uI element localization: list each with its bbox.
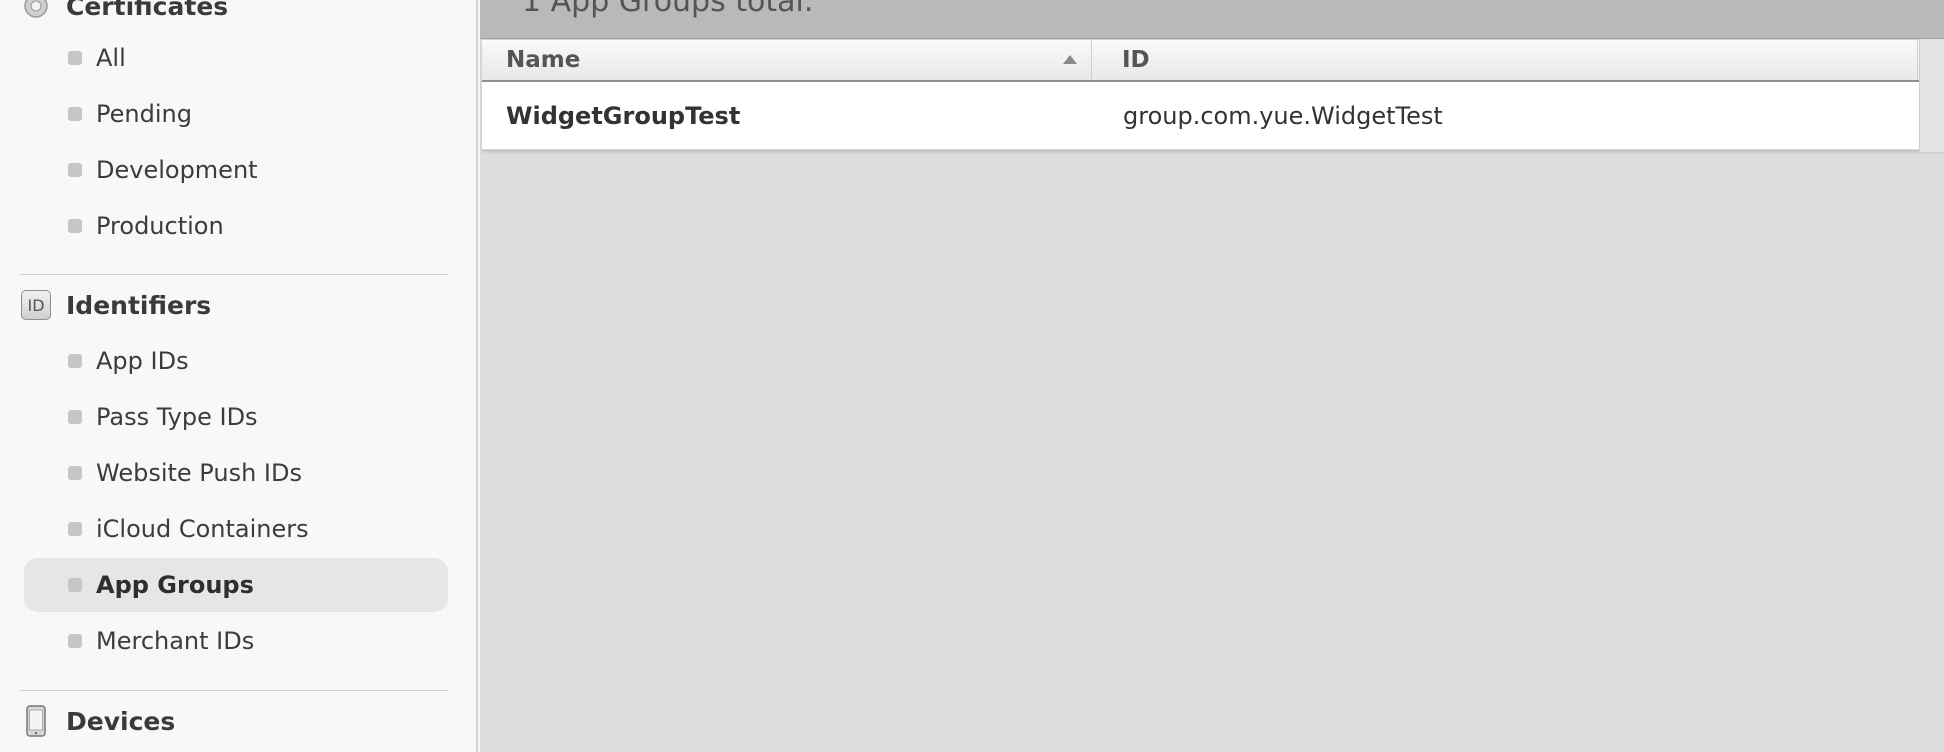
cell-name: WidgetGroupTest bbox=[506, 101, 741, 130]
sidebar-item-label: iCloud Containers bbox=[96, 515, 309, 543]
count-bar: 1 App Groups total. bbox=[480, 0, 1944, 39]
sidebar-item-label: Pending bbox=[96, 100, 192, 128]
column-header-label: Name bbox=[506, 47, 581, 73]
sidebar-divider bbox=[20, 274, 448, 275]
sidebar-item-label: Development bbox=[96, 156, 258, 184]
column-header-id[interactable]: ID bbox=[1092, 40, 1918, 80]
sidebar-item-label: App IDs bbox=[96, 347, 189, 375]
sidebar-item-label: Website Push IDs bbox=[96, 459, 302, 487]
bullet-icon bbox=[68, 163, 82, 177]
table-row[interactable]: WidgetGroupTest group.com.yue.WidgetTest bbox=[482, 82, 1944, 150]
main-content: 1 App Groups total. Name ID WidgetGroupT… bbox=[480, 0, 1944, 752]
bullet-icon bbox=[68, 51, 82, 65]
sidebar-item-app-groups[interactable]: App Groups bbox=[24, 558, 448, 612]
developer-portal-window: Certificates All Pending Development Pro… bbox=[0, 0, 1944, 752]
sidebar: Certificates All Pending Development Pro… bbox=[0, 0, 478, 752]
sidebar-item-icloud-containers[interactable]: iCloud Containers bbox=[24, 502, 448, 556]
sidebar-item-pending[interactable]: Pending bbox=[24, 87, 448, 141]
bullet-icon bbox=[68, 578, 82, 592]
section-header-identifiers[interactable]: ID Identifiers bbox=[20, 285, 211, 325]
section-header-devices[interactable]: Devices bbox=[20, 701, 175, 741]
sidebar-item-merchant-ids[interactable]: Merchant IDs bbox=[24, 614, 448, 668]
section-title: Certificates bbox=[66, 0, 229, 21]
table-header: Name ID bbox=[482, 39, 1944, 82]
cell-id: group.com.yue.WidgetTest bbox=[1123, 101, 1443, 130]
sidebar-item-website-push-ids[interactable]: Website Push IDs bbox=[24, 446, 448, 500]
sidebar-item-label: App Groups bbox=[96, 571, 254, 599]
sidebar-item-label: Production bbox=[96, 212, 224, 240]
bullet-icon bbox=[68, 410, 82, 424]
table-scrollbar[interactable] bbox=[1919, 39, 1944, 152]
section-header-certificates[interactable]: Certificates bbox=[20, 0, 228, 26]
bullet-icon bbox=[68, 219, 82, 233]
section-title: Identifiers bbox=[66, 290, 212, 320]
app-groups-table: Name ID WidgetGroupTest group.com.yue.Wi… bbox=[482, 39, 1944, 150]
bullet-icon bbox=[68, 354, 82, 368]
bullet-icon bbox=[68, 466, 82, 480]
sidebar-item-label: Merchant IDs bbox=[96, 627, 255, 655]
column-header-name[interactable]: Name bbox=[482, 40, 1092, 80]
id-badge-icon: ID bbox=[20, 289, 52, 321]
gear-badge-icon bbox=[20, 0, 52, 22]
bullet-icon bbox=[68, 107, 82, 121]
sidebar-item-pass-type-ids[interactable]: Pass Type IDs bbox=[24, 390, 448, 444]
total-count-text: 1 App Groups total. bbox=[522, 0, 814, 19]
bullet-icon bbox=[68, 522, 82, 536]
iphone-icon bbox=[20, 705, 52, 737]
sidebar-item-production[interactable]: Production bbox=[24, 199, 448, 253]
sidebar-item-development[interactable]: Development bbox=[24, 143, 448, 197]
section-title: Devices bbox=[66, 706, 176, 736]
sidebar-item-label: All bbox=[96, 44, 126, 72]
sidebar-item-app-ids[interactable]: App IDs bbox=[24, 334, 448, 388]
column-header-label: ID bbox=[1122, 47, 1150, 73]
sidebar-item-all[interactable]: All bbox=[24, 31, 448, 85]
sidebar-item-label: Pass Type IDs bbox=[96, 403, 258, 431]
sort-ascending-icon bbox=[1063, 55, 1077, 64]
sidebar-divider bbox=[20, 690, 448, 691]
bullet-icon bbox=[68, 634, 82, 648]
